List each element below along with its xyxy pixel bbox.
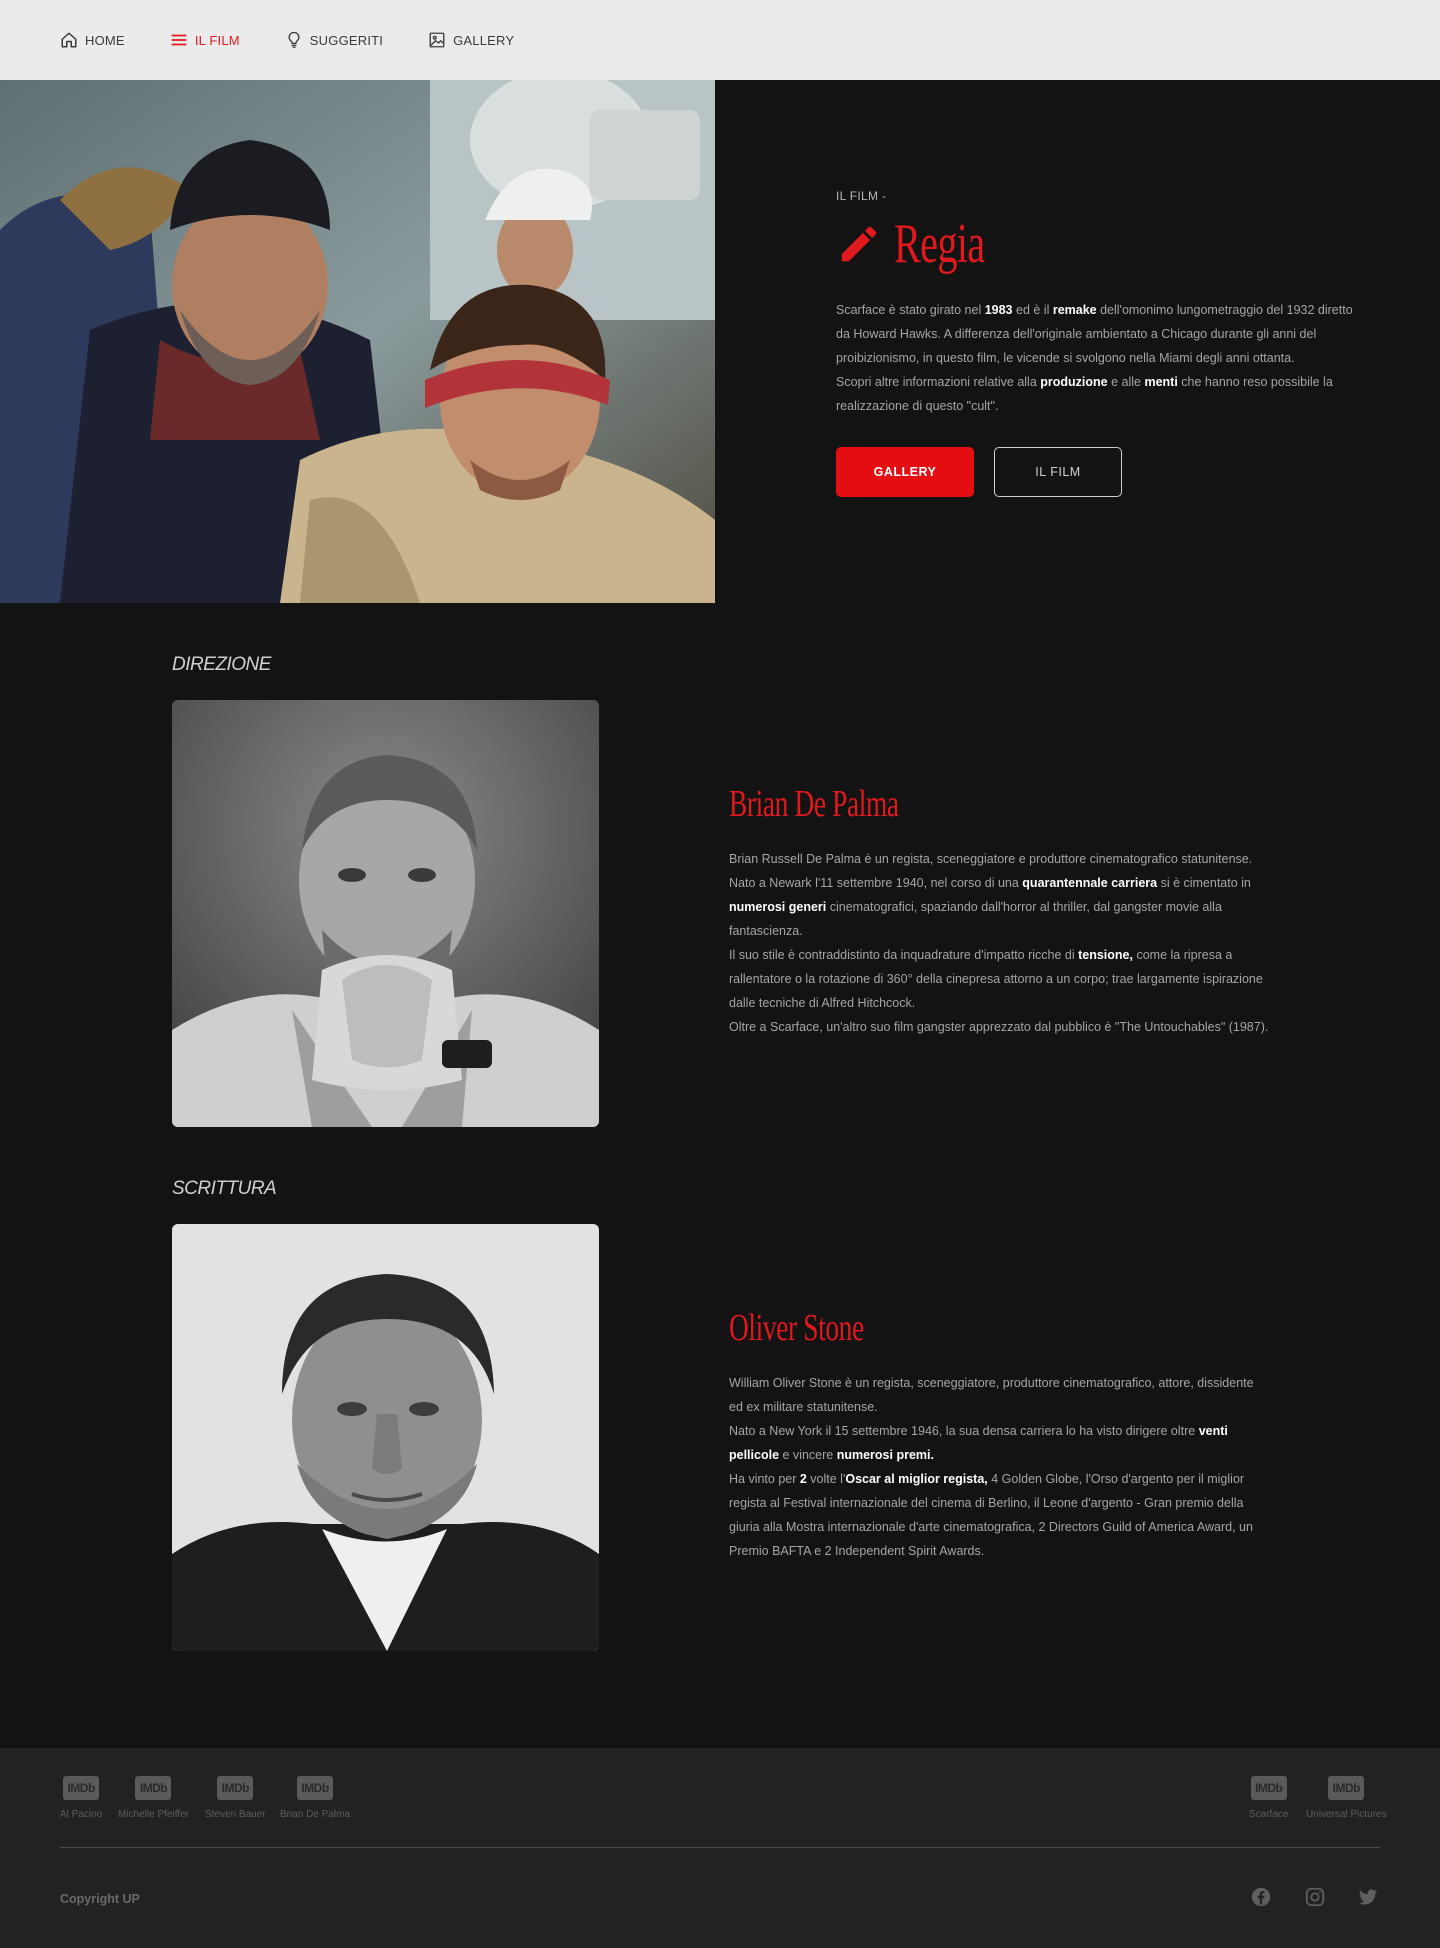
top-navbar: HOME IL FILM SUGGERITI GALLERY: [0, 0, 1440, 80]
bold-text: quarantennale carriera: [1022, 876, 1158, 890]
imdb-label: Scarface: [1249, 1809, 1289, 1820]
pencil-icon: [841, 226, 877, 262]
twitter-icon[interactable]: [1357, 1886, 1379, 1908]
portrait-brian-de-palma: [172, 700, 599, 1127]
bio-paragraph: William Oliver Stone è un regista, scene…: [729, 1376, 1254, 1414]
bio-paragraph: Oltre a Scarface, un'altro suo film gang…: [729, 1020, 1269, 1034]
section-label-scrittura: SCRITTURA: [172, 1178, 277, 1199]
nav-gallery[interactable]: GALLERY: [428, 31, 514, 49]
imdb-label: Steven Bauer: [205, 1809, 266, 1820]
hero-title-text: Regia: [894, 213, 985, 275]
hero-kicker: IL FILM -: [836, 189, 887, 203]
imdb-link-al-pacino[interactable]: IMDb Al Pacino: [60, 1776, 102, 1820]
imdb-icon: IMDb: [1250, 1776, 1287, 1800]
text: volte l': [806, 1472, 846, 1486]
bio-paragraph: Nato a New York il 15 settembre 1946, la…: [729, 1419, 1269, 1467]
text: Il suo stile è contraddistinto da inquad…: [729, 948, 1079, 962]
bio-paragraph: Nato a Newark l'11 settembre 1940, nel c…: [729, 871, 1269, 943]
il-film-button[interactable]: IL FILM: [994, 447, 1122, 497]
home-icon: [61, 32, 77, 48]
bold-text: menti: [1144, 375, 1178, 389]
bold-text: Oscar al miglior regista,: [845, 1472, 988, 1486]
imdb-label: Brian De Palma: [280, 1809, 351, 1820]
lightbulb-icon: [288, 31, 300, 48]
text: Nato a New York il 15 settembre 1946, la…: [729, 1424, 1199, 1438]
imdb-link-steven-bauer[interactable]: IMDb Steven Bauer: [205, 1776, 266, 1820]
bold-text: numerosi generi: [729, 900, 827, 914]
text: Scopri altre informazioni relative alla: [836, 375, 1041, 389]
hero-description: Scarface è stato girato nel 1983 ed è il…: [836, 298, 1366, 418]
facebook-icon[interactable]: [1250, 1886, 1272, 1908]
nav-home[interactable]: HOME: [60, 31, 125, 49]
image-icon: [429, 32, 445, 48]
bold-text: 1983: [984, 303, 1013, 317]
imdb-link-universal-pictures[interactable]: IMDb Universal Pictures: [1306, 1776, 1387, 1820]
text: ed è il: [1012, 303, 1053, 317]
person-name-oliver-stone: Oliver Stone: [729, 1307, 864, 1349]
imdb-label: Michelle Pfeiffer: [118, 1809, 189, 1820]
portrait-oliver-stone: [172, 1224, 599, 1651]
copyright-text: Copyright UP: [60, 1892, 140, 1906]
hero-paragraph-2: Scopri altre informazioni relative alla …: [836, 370, 1366, 418]
section-label-direzione: DIREZIONE: [172, 654, 271, 675]
menu-icon: [171, 34, 187, 46]
bio-paragraph: Brian Russell De Palma è un regista, sce…: [729, 852, 1253, 866]
bold-text: tensione,: [1078, 948, 1133, 962]
text: e alle: [1107, 375, 1145, 389]
gallery-button[interactable]: GALLERY: [836, 447, 974, 497]
hero-paragraph-1: Scarface è stato girato nel 1983 ed è il…: [836, 298, 1366, 370]
footer-divider: [60, 1847, 1380, 1848]
text: Ha vinto per: [729, 1472, 800, 1486]
text: e vincere: [779, 1448, 837, 1462]
imdb-label: Universal Pictures: [1306, 1809, 1387, 1820]
instagram-icon[interactable]: [1304, 1886, 1326, 1908]
nav-suggeriti-label: SUGGERITI: [309, 32, 384, 48]
nav-il-film-label: IL FILM: [194, 32, 240, 48]
imdb-label: Al Pacino: [60, 1809, 103, 1820]
imdb-icon: IMDb: [1328, 1776, 1365, 1800]
bold-text: produzione: [1040, 375, 1108, 389]
text: Scarface è stato girato nel: [836, 303, 985, 317]
imdb-icon: IMDb: [135, 1776, 172, 1800]
imdb-icon: IMDb: [217, 1776, 254, 1800]
nav-il-film[interactable]: IL FILM: [170, 31, 240, 49]
hero-title: Regia: [836, 212, 1020, 276]
imdb-link-brian-de-palma[interactable]: IMDb Brian De Palma: [280, 1776, 350, 1820]
hero-film-still: [0, 80, 715, 603]
person-name-brian-de-palma: Brian De Palma: [729, 783, 899, 825]
imdb-icon: IMDb: [297, 1776, 334, 1800]
imdb-link-scarface[interactable]: IMDb Scarface: [1249, 1776, 1288, 1820]
text: Nato a Newark l'11 settembre 1940, nel c…: [729, 876, 1023, 890]
bold-text: numerosi premi.: [836, 1448, 934, 1462]
nav-suggeriti[interactable]: SUGGERITI: [285, 31, 383, 49]
imdb-link-michelle-pfeiffer[interactable]: IMDb Michelle Pfeiffer: [118, 1776, 189, 1820]
text: si è cimentato in: [1157, 876, 1251, 890]
bio-paragraph: Ha vinto per 2 volte l'Oscar al miglior …: [729, 1467, 1269, 1563]
nav-home-label: HOME: [85, 32, 125, 48]
bio-oliver-stone: William Oliver Stone è un regista, scene…: [729, 1371, 1269, 1563]
bio-paragraph: Il suo stile è contraddistinto da inquad…: [729, 943, 1269, 1015]
bio-brian-de-palma: Brian Russell De Palma è un regista, sce…: [729, 847, 1269, 1039]
imdb-icon: IMDb: [63, 1776, 100, 1800]
nav-gallery-label: GALLERY: [453, 32, 515, 48]
bold-text: remake: [1052, 303, 1097, 317]
bold-text: 2: [799, 1472, 807, 1486]
